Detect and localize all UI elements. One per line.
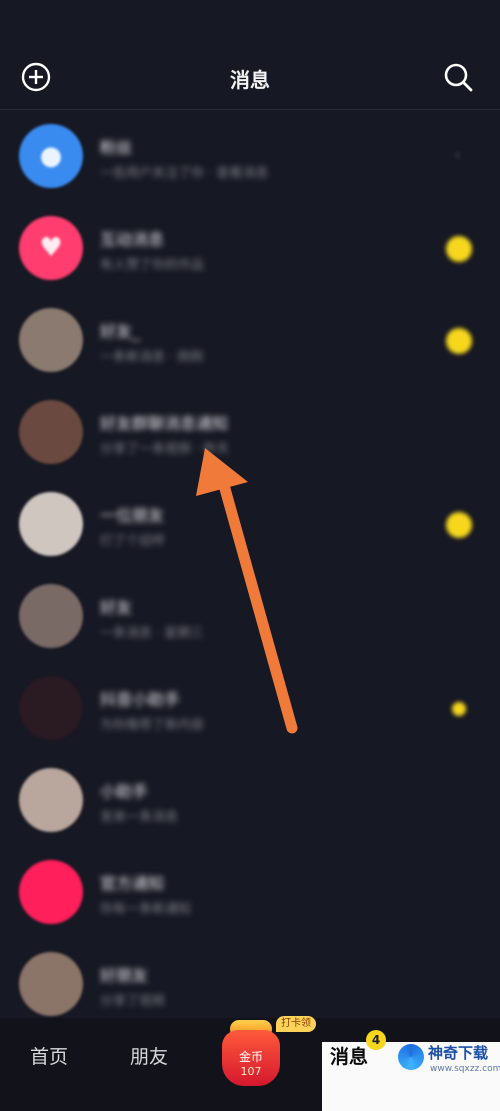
conversation-name: 一位朋友 [100,506,165,525]
watermark-name: 神奇下载 [428,1044,489,1062]
nav-messages-label: 消息 [330,1046,369,1068]
unread-badge [446,328,472,354]
coin-bag-button[interactable]: 金币 107 [220,1020,282,1088]
avatar[interactable] [19,860,83,924]
avatar[interactable] [19,308,83,372]
conversation-preview: 你有一条新通知 [100,902,192,917]
conversation-row[interactable]: ● 粉丝一些用户关注了你 · 查看消息 › [0,110,500,202]
person-icon: ● [39,141,63,171]
conversation-preview: 一条新消息 · 刚刚 [100,350,204,365]
conversation-row[interactable]: 小助手 发来一条消息 [0,754,500,846]
conversation-name: 官方通知 [100,874,165,893]
avatar[interactable]: ● [19,124,83,188]
nav-home[interactable]: 首页 [30,1042,68,1069]
conversation-preview: 分享了一条视频 · 昨天 [100,442,230,457]
conversation-list: ● 粉丝一些用户关注了你 · 查看消息 › ♥ 互动消息有人赞了你的作品好友_ 一条新消息… [0,110,500,1030]
conversation-name: 好朋友 [100,966,149,985]
heart-icon: ♥ [39,233,63,263]
conversation-row[interactable]: 好友一条消息 · 星期三 [0,570,500,662]
bottom-nav: 首页 朋友 金币 107 打卡领 消息 4 [0,1016,500,1111]
avatar[interactable] [19,676,83,740]
conversation-name: 小助手 [100,782,149,801]
conversation-name: 粉丝 [100,138,133,157]
conversation-preview: 发来一条消息 [100,810,179,825]
avatar[interactable] [19,400,83,464]
avatar[interactable] [19,952,83,1016]
unread-badge [446,236,472,262]
unread-badge [452,702,466,716]
page-title: 消息 [230,68,270,92]
search-icon[interactable] [441,60,475,94]
conversation-row[interactable]: 好友_ 一条新消息 · 刚刚 [0,294,500,386]
avatar[interactable] [19,584,83,648]
top-bar: 消息 [0,0,500,110]
conversation-name: 互动消息 [100,230,165,249]
conversation-preview: 一条消息 · 星期三 [100,626,204,641]
conversation-preview: 为你推荐了新内容 [100,718,205,733]
watermark-url: www.sqxzz.com [430,1064,500,1074]
conversation-row[interactable]: 一位朋友 打了个招呼 [0,478,500,570]
coin-label: 金币 [238,1050,263,1064]
watermark-logo-icon [398,1044,424,1070]
avatar[interactable] [19,768,83,832]
unread-badge [446,512,472,538]
conversation-preview: 打了个招呼 [100,534,166,549]
conversation-preview: 一些用户关注了你 · 查看消息 [100,166,269,181]
conversation-row[interactable]: 官方通知你有一条新通知 [0,846,500,938]
conversation-row[interactable]: 好友群聊消息通知分享了一条视频 · 昨天 [0,386,500,478]
conversation-row[interactable]: ♥ 互动消息有人赞了你的作品 [0,202,500,294]
conversation-row[interactable]: 抖音小助手为你推荐了新内容 [0,662,500,754]
conversation-name: 抖音小助手 [100,690,181,709]
conversation-preview: 分享了视频 [100,994,166,1009]
chevron-right-icon: › [455,148,461,163]
coin-tag: 打卡领 [276,1016,316,1032]
avatar[interactable] [19,492,83,556]
conversation-name: 好友 [100,598,133,617]
conversation-preview: 有人赞了你的作品 [100,258,205,273]
conversation-name: 好友_ [100,322,141,341]
nav-friends[interactable]: 朋友 [130,1042,168,1069]
conversation-row[interactable]: 好朋友 分享了视频 [0,938,500,1030]
avatar[interactable]: ♥ [19,216,83,280]
coin-count: 107 [240,1065,262,1078]
conversation-name: 好友群聊消息通知 [100,414,229,433]
messages-count-badge: 4 [366,1030,386,1050]
